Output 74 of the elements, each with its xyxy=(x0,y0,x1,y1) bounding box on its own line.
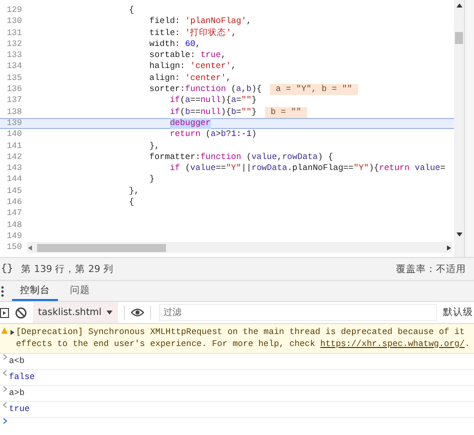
line-number: 140 xyxy=(6,129,23,141)
line-number: 145 xyxy=(6,186,23,198)
code-line: sortable: true, xyxy=(148,50,226,62)
code-line: field: 'planNoFlag', xyxy=(148,16,252,28)
code-line: if(b==null){b=""} xyxy=(168,106,257,118)
command-text: a>b xyxy=(9,387,24,400)
coverage-status: 覆盖率：不适用 xyxy=(396,262,466,276)
line-number: 150 xyxy=(6,242,23,254)
line-number: 144 xyxy=(6,174,23,186)
vertical-scrollbar[interactable] xyxy=(454,0,464,257)
context-dropdown[interactable]: tasklist.shtml xyxy=(33,302,118,323)
line-number: 143 xyxy=(6,163,23,174)
chevron-left-icon xyxy=(2,370,6,376)
line-number: 146 xyxy=(6,197,23,208)
command-text: a<b xyxy=(9,355,24,368)
code-line: if (value=="Y"||rowData.planNoFlag=="Y"){return value= xyxy=(168,163,446,174)
code-line: }, xyxy=(148,140,160,152)
code-line: return (a>b?1:-1) xyxy=(168,129,257,141)
inline-value: b = "" xyxy=(264,106,308,118)
warning-message: [Deprecation] Synchronous XMLHttpRequest on the main thread is deprecated because of it effects to the end user's experience. For more help, check https://xhr.spec.whatwg.org/. xyxy=(16,327,470,350)
line-number: 129 xyxy=(6,5,23,16)
line-number: 131 xyxy=(6,28,23,39)
scrollbar-thumb[interactable] xyxy=(455,32,463,44)
clear-console-icon[interactable] xyxy=(15,306,27,318)
line-number: 132 xyxy=(6,38,23,50)
chevron-left-icon xyxy=(2,402,6,408)
line-number: 135 xyxy=(6,72,23,84)
code-line: if(a==null){a=""} xyxy=(168,95,257,107)
line-number: 148 xyxy=(6,220,23,231)
chevron-right-icon xyxy=(2,386,6,392)
sidebar-toggle-icon[interactable] xyxy=(0,308,9,318)
eye-icon[interactable] xyxy=(130,308,144,317)
line-number: 130 xyxy=(6,16,23,28)
code-line: { xyxy=(128,197,134,208)
code-line: title: '打印状态', xyxy=(148,28,236,39)
line-number: 139 xyxy=(6,118,23,130)
code-line: width: 60, xyxy=(148,38,200,50)
cursor-position: 第 139 行，第 29 列 xyxy=(21,262,114,276)
help-link[interactable]: https://xhr.spec.whatwg.org/ xyxy=(320,338,465,348)
line-number: 133 xyxy=(6,50,23,62)
inline-value: a = "Y", b = "" xyxy=(270,84,358,96)
line-number: 138 xyxy=(6,106,23,118)
code-line: align: 'center', xyxy=(148,72,232,84)
warning-icon xyxy=(1,327,8,334)
filter-field[interactable]: 过滤 xyxy=(158,304,437,321)
more-menu-icon[interactable] xyxy=(1,286,4,296)
prompt-chevron-icon[interactable] xyxy=(2,418,6,424)
chevron-right-icon xyxy=(2,354,6,360)
code-line: formatter:function (value,rowData) { xyxy=(148,152,334,164)
line-number: 142 xyxy=(6,152,23,164)
expand-arrow-icon[interactable] xyxy=(9,327,16,338)
code-line: halign: 'center', xyxy=(148,61,236,73)
scrollbar-thumb[interactable] xyxy=(37,244,166,252)
down-arrow-icon[interactable] xyxy=(456,232,462,237)
line-number: 149 xyxy=(6,230,23,242)
console-tab[interactable]: 问题 xyxy=(62,281,98,301)
code-line: } xyxy=(148,174,155,186)
line-number: 147 xyxy=(6,208,23,220)
line-number: 137 xyxy=(6,95,23,107)
code-line: { xyxy=(128,5,134,16)
horizontal-scrollbar[interactable] xyxy=(27,242,452,254)
pretty-print-button[interactable]: {} xyxy=(0,264,14,274)
right-arrow-icon[interactable] xyxy=(446,244,452,251)
up-arrow-icon[interactable] xyxy=(456,3,462,8)
code-line: }, xyxy=(128,186,140,198)
result-text: true xyxy=(9,403,30,416)
line-number: 134 xyxy=(6,61,23,73)
caret-icon xyxy=(106,310,113,315)
line-number: 136 xyxy=(6,84,23,96)
code-line: sorter:function (a,b){ xyxy=(148,84,262,96)
result-text: false xyxy=(9,371,35,384)
line-number: 141 xyxy=(6,140,23,152)
left-arrow-icon[interactable] xyxy=(27,244,33,251)
log-levels-dropdown[interactable]: 默认级 xyxy=(443,306,474,319)
